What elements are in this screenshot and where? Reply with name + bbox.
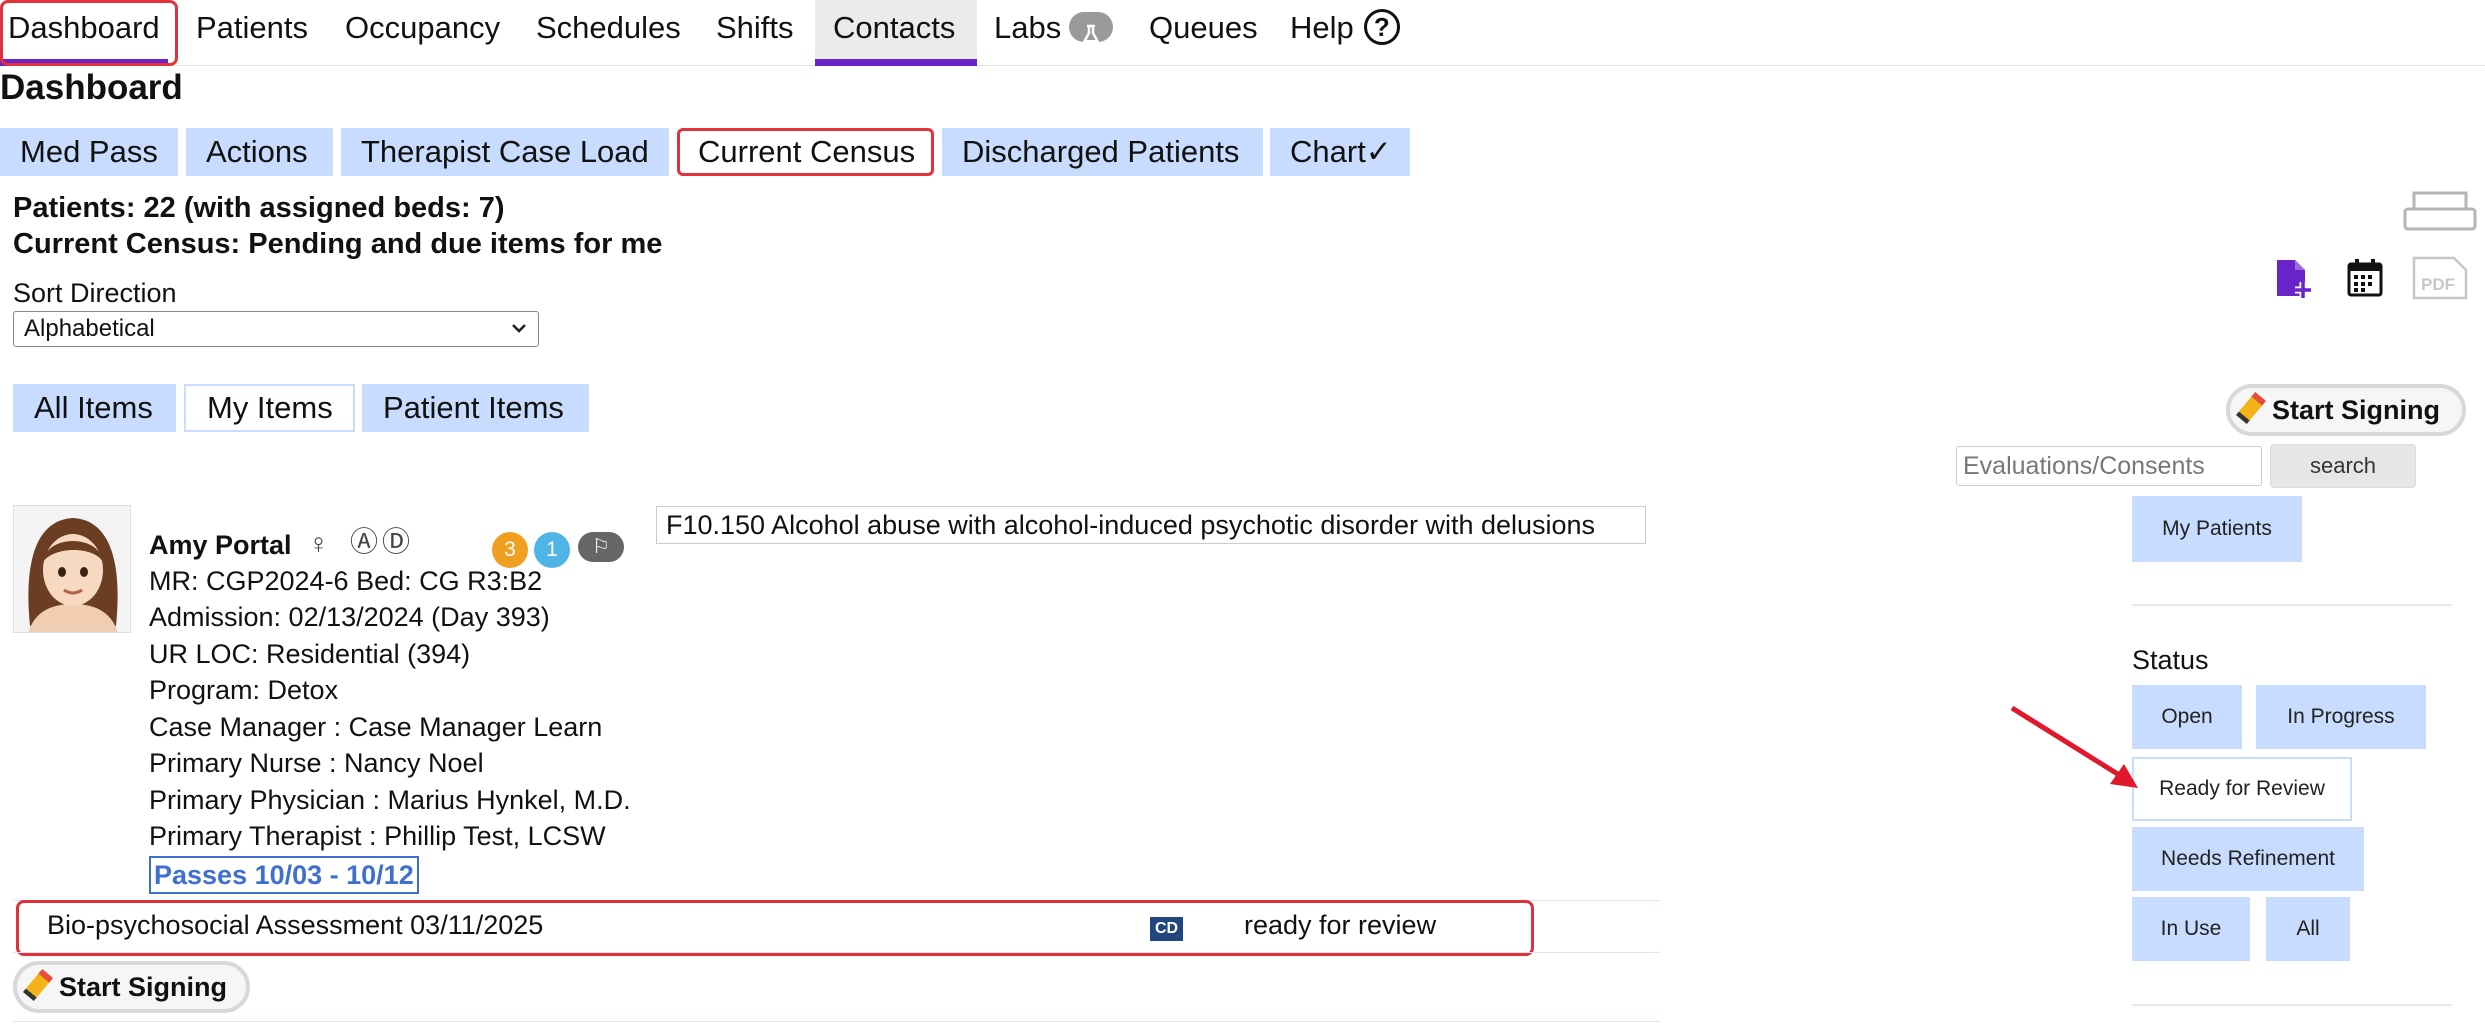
top-nav: Dashboard Patients Occupancy Schedules S… — [0, 0, 2485, 66]
status-in-progress-button[interactable]: In Progress — [2256, 685, 2426, 749]
nav-tab-schedules[interactable]: Schedules — [528, 0, 689, 66]
divider-top — [2132, 604, 2452, 606]
nav-tab-labs[interactable]: Labs — [986, 0, 1121, 66]
patient-primary-therapist: Primary Therapist : Phillip Test, LCSW — [149, 821, 606, 851]
female-icon: ♀ — [308, 528, 329, 559]
census-description: Current Census: Pending and due items fo… — [13, 228, 663, 260]
patient-name[interactable]: Amy Portal — [149, 530, 292, 561]
evaluations-search-input[interactable]: Evaluations/Consents — [1956, 446, 2262, 486]
status-ready-for-review-button[interactable]: Ready for Review — [2132, 757, 2352, 821]
nav-tab-patients[interactable]: Patients — [188, 0, 316, 66]
sort-direction-select[interactable]: Alphabetical — [13, 311, 539, 347]
nav-tab-labs-label: Labs — [994, 10, 1062, 45]
subtab-therapist-case-load[interactable]: Therapist Case Load — [341, 128, 669, 176]
flask-icon — [1069, 11, 1114, 46]
calendar-icon[interactable] — [2346, 258, 2384, 303]
page-title: Dashboard — [0, 68, 183, 107]
nav-tab-occupancy[interactable]: Occupancy — [337, 0, 508, 66]
diagnosis-field: F10.150 Alcohol abuse with alcohol-induc… — [656, 506, 1646, 544]
patients-count: Patients: 22 (with assigned beds: 7) — [13, 192, 505, 224]
flag-icon[interactable]: ⚐ — [578, 532, 624, 562]
count-badge-blue[interactable]: 1 — [534, 532, 570, 568]
chevron-down-icon — [510, 312, 528, 356]
patient-case-manager: Case Manager : Case Manager Learn — [149, 712, 603, 742]
add-document-icon[interactable] — [2273, 258, 2313, 305]
passes-link[interactable]: Passes 10/03 - 10/12 — [149, 856, 419, 894]
status-in-use-button[interactable]: In Use — [2132, 897, 2250, 961]
tab-my-items[interactable]: My Items — [184, 384, 355, 432]
annotation-arrow — [2010, 705, 2138, 788]
subtab-discharged-patients[interactable]: Discharged Patients — [942, 128, 1263, 176]
question-circle-icon: ? — [1363, 8, 1400, 45]
start-signing-label: Start Signing — [2272, 395, 2440, 425]
my-patients-button[interactable]: My Patients — [2132, 496, 2302, 562]
printer-icon[interactable] — [2402, 190, 2478, 239]
search-placeholder: Evaluations/Consents — [1963, 452, 2205, 480]
patient-program: Program: Detox — [149, 675, 339, 705]
sort-direction-label: Sort Direction — [13, 278, 177, 308]
pencil-icon — [2235, 391, 2267, 424]
search-button[interactable]: search — [2270, 444, 2416, 488]
row-divider-end — [13, 1021, 1660, 1022]
start-signing-label: Start Signing — [59, 972, 227, 1002]
tab-all-items[interactable]: All Items — [13, 384, 176, 432]
subtab-med-pass[interactable]: Med Pass — [0, 128, 178, 176]
divider-bottom — [2132, 1004, 2452, 1006]
nav-tab-schedules-label: Schedules — [536, 10, 681, 45]
start-signing-button-bottom[interactable]: Start Signing — [13, 961, 250, 1013]
row-divider-top — [13, 900, 1660, 901]
status-all-button[interactable]: All — [2266, 897, 2350, 961]
tab-patient-items[interactable]: Patient Items — [362, 384, 589, 432]
marker-d-icon: Ⓓ — [382, 526, 411, 557]
nav-tab-contacts-label: Contacts — [833, 10, 956, 45]
patient-avatar[interactable] — [13, 505, 131, 633]
start-signing-button-top[interactable]: Start Signing — [2226, 384, 2466, 436]
subtab-chart[interactable]: Chart✓ — [1270, 128, 1410, 176]
nav-tab-help-label: Help — [1290, 10, 1354, 45]
row-divider-bottom — [13, 952, 1660, 953]
nav-tab-shifts[interactable]: Shifts — [708, 0, 802, 66]
nav-tab-help[interactable]: Help? — [1282, 0, 1408, 66]
nav-tab-queues-label: Queues — [1149, 10, 1258, 45]
nav-tab-patients-label: Patients — [196, 10, 309, 45]
count-badge-orange[interactable]: 3 — [492, 532, 528, 568]
status-open-button[interactable]: Open — [2132, 685, 2242, 749]
nav-tab-shifts-label: Shifts — [716, 10, 794, 45]
nav-tab-dashboard[interactable]: Dashboard — [0, 0, 168, 66]
subtab-current-census[interactable]: Current Census — [677, 128, 934, 176]
patient-admission: Admission: 02/13/2024 (Day 393) — [149, 602, 550, 632]
sort-direction-value: Alphabetical — [24, 315, 155, 342]
nav-tab-dashboard-label: Dashboard — [8, 10, 160, 45]
nav-tab-queues[interactable]: Queues — [1141, 0, 1266, 66]
subtab-actions[interactable]: Actions — [186, 128, 333, 176]
pdf-icon[interactable]: PDF — [2411, 256, 2469, 305]
marker-a-icon: Ⓐ — [350, 526, 379, 557]
patient-primary-nurse: Primary Nurse : Nancy Noel — [149, 748, 484, 778]
assessment-item-label[interactable]: Bio-psychosocial Assessment 03/11/2025 — [47, 910, 543, 941]
svg-text:PDF: PDF — [2421, 275, 2455, 294]
patient-primary-physician: Primary Physician : Marius Hynkel, M.D. — [149, 785, 631, 815]
pencil-icon — [22, 968, 54, 1001]
status-needs-refinement-button[interactable]: Needs Refinement — [2132, 827, 2364, 891]
status-label: Status — [2132, 645, 2209, 675]
patient-mr-bed: MR: CGP2024-6 Bed: CG R3:B2 — [149, 566, 543, 596]
assessment-status: ready for review — [1244, 910, 1437, 940]
nav-tab-occupancy-label: Occupancy — [345, 10, 501, 45]
patient-ur-loc: UR LOC: Residential (394) — [149, 639, 471, 669]
cd-badge: CD — [1150, 917, 1183, 941]
nav-tab-contacts[interactable]: Contacts — [815, 0, 977, 66]
